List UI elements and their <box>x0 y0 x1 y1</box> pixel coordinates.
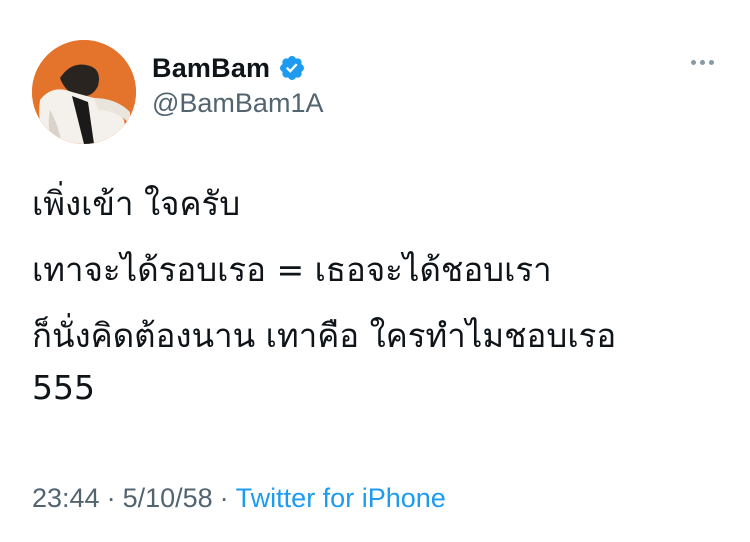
more-dot <box>700 60 705 65</box>
display-name[interactable]: BamBam <box>152 53 270 84</box>
more-dot <box>691 60 696 65</box>
more-dot <box>709 60 714 65</box>
tweet-line: เพิ่งเข้า ใจครับ <box>32 184 241 223</box>
avatar-image <box>32 40 136 144</box>
verified-badge-icon <box>278 54 306 82</box>
meta-separator: · <box>106 483 116 513</box>
avatar[interactable] <box>32 40 136 144</box>
author-block: BamBam @BamBam1A <box>152 50 323 119</box>
display-name-row: BamBam <box>152 50 323 86</box>
meta-separator: · <box>219 483 229 513</box>
tweet-text: เพิ่งเข้า ใจครับ เทาจะได้รอบเรอ = เธอจะไ… <box>32 178 732 414</box>
tweet-line: เทาจะได้รอบเรอ = เธอจะได้ชอบเรา <box>32 250 552 289</box>
user-handle[interactable]: @BamBam1A <box>152 88 323 119</box>
tweet-line: ก็นั่งคิดต้องนาน เทาคือ ใครทำไมชอบเรอ <box>32 316 617 355</box>
tweet-source-link[interactable]: Twitter for iPhone <box>236 483 446 513</box>
tweet-line: 555 <box>32 368 95 407</box>
tweet-date[interactable]: 5/10/58 <box>123 483 213 513</box>
tweet-time[interactable]: 23:44 <box>32 483 100 513</box>
tweet-meta: 23:44 · 5/10/58 · Twitter for iPhone <box>32 483 446 514</box>
tweet-card: BamBam @BamBam1A เพิ่งเข้า ใจครับ เทาจะไ… <box>0 0 750 542</box>
more-options-icon[interactable] <box>691 60 714 65</box>
